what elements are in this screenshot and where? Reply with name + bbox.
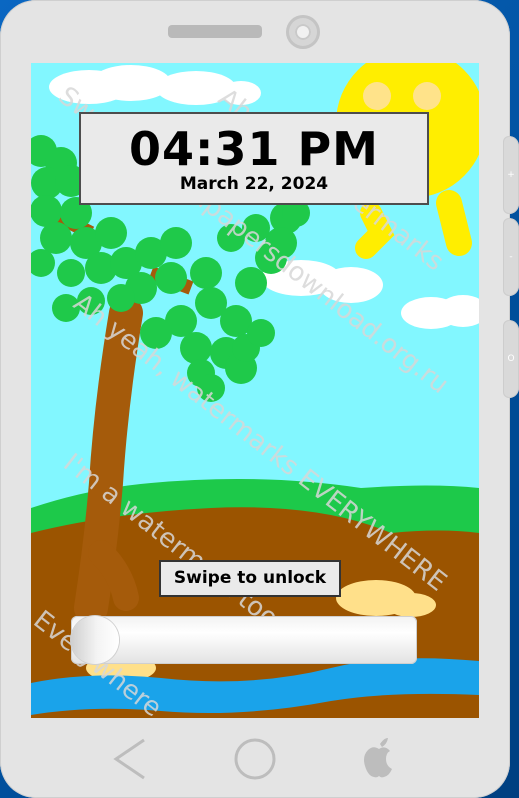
power-label: O bbox=[507, 354, 515, 364]
home-circle-icon[interactable] bbox=[232, 736, 278, 782]
speaker-grille bbox=[168, 25, 262, 38]
clock-date: March 22, 2024 bbox=[179, 174, 329, 194]
swipe-to-unlock-label: Swipe to unlock bbox=[159, 560, 341, 597]
apple-logo-icon[interactable] bbox=[356, 736, 402, 782]
back-arrow-icon[interactable] bbox=[108, 736, 154, 782]
unlock-slider-track[interactable] bbox=[71, 616, 417, 664]
lock-screen[interactable]: Sweet wallpapersdownload.org.ru Ah yeah,… bbox=[31, 63, 479, 718]
volume-up-label: + bbox=[507, 170, 515, 180]
clock-panel: 04:31 PM March 22, 2024 bbox=[79, 112, 429, 205]
power-button[interactable]: O bbox=[503, 320, 519, 398]
volume-up-button[interactable]: + bbox=[503, 136, 519, 214]
volume-down-label: - bbox=[509, 252, 513, 262]
phone-frame: + - O wallpapersdownload.org.ru Ah water… bbox=[0, 0, 519, 798]
clock-time: 04:31 PM bbox=[129, 122, 379, 176]
unlock-slider-handle[interactable] bbox=[71, 616, 119, 664]
volume-down-button[interactable]: - bbox=[503, 218, 519, 296]
camera-icon bbox=[286, 15, 320, 49]
